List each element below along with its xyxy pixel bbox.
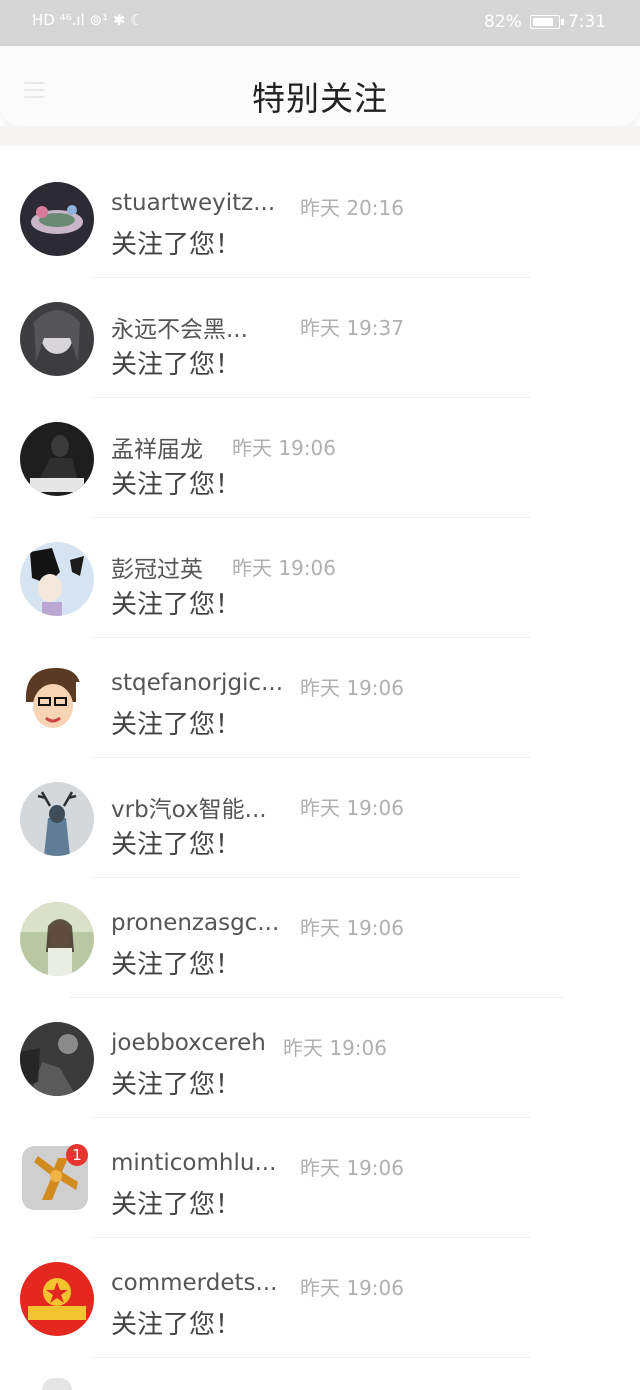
notification-message: 关注了您！ xyxy=(111,470,242,500)
notification-message: 关注了您！ xyxy=(111,1310,242,1340)
battery-percent: 82% xyxy=(484,12,522,32)
user-name[interactable]: vrb汽ox智能... xyxy=(111,790,267,824)
list-item[interactable]: 彭冠过英 昨天 19:06 关注了您！ xyxy=(0,506,640,638)
avatar-dark-figure[interactable] xyxy=(20,422,94,496)
timestamp: 昨天 19:06 xyxy=(300,1276,404,1300)
avatar-emblem[interactable] xyxy=(20,1262,94,1336)
avatar-antlers[interactable] xyxy=(20,782,94,856)
avatar-manga[interactable] xyxy=(20,542,94,616)
timestamp: 昨天 19:06 xyxy=(300,1156,404,1180)
header-shadow-band xyxy=(0,126,640,146)
notification-message: 关注了您！ xyxy=(111,590,242,620)
list-item[interactable]: joebboxcereh 昨天 19:06 关注了您！ xyxy=(0,986,640,1118)
app-header: 特别关注 xyxy=(0,46,640,126)
status-right: 82% 7:31 xyxy=(484,12,606,32)
status-bar: HD ⁴⁶.ıl ⊚¹ ✱ ☾ 82% 7:31 xyxy=(0,0,640,46)
timestamp: 昨天 19:06 xyxy=(300,676,404,700)
notification-message: 关注了您！ xyxy=(111,350,242,380)
signal-wifi-bluetooth-icons: HD ⁴⁶.ıl ⊚¹ ✱ ☾ xyxy=(32,11,144,29)
page-title: 特别关注 xyxy=(252,79,388,118)
list-item[interactable]: commerdets... 昨天 19:06 关注了您！ xyxy=(0,1226,640,1358)
user-name[interactable]: 彭冠过英 xyxy=(111,550,203,584)
user-name[interactable]: stqefanorjgic... xyxy=(111,670,283,696)
user-name[interactable]: 孟祥届龙 xyxy=(111,430,203,464)
list-item[interactable]: stuartweyitz... 昨天 20:16 关注了您！ xyxy=(0,146,640,278)
timestamp: 昨天 19:06 xyxy=(283,1036,387,1060)
status-indicators: HD ⁴⁶.ıl ⊚¹ ✱ ☾ xyxy=(32,11,144,29)
user-name[interactable]: joebboxcereh xyxy=(111,1030,266,1056)
notification-message: 关注了您！ xyxy=(111,230,242,260)
next-avatar-peek xyxy=(42,1378,72,1390)
notification-message: 关注了您！ xyxy=(111,830,242,860)
list-item[interactable]: 孟祥届龙 昨天 19:06 关注了您！ xyxy=(0,386,640,518)
avatar-anime-girl[interactable] xyxy=(20,302,94,376)
notification-message: 关注了您！ xyxy=(111,1070,242,1100)
unread-badge: 1 xyxy=(66,1144,88,1166)
avatar-cartoon-face[interactable] xyxy=(20,662,94,736)
notification-message: 关注了您！ xyxy=(111,950,242,980)
list-item[interactable]: vrb汽ox智能... 昨天 19:06 关注了您！ xyxy=(0,746,640,878)
timestamp: 昨天 20:16 xyxy=(300,196,404,220)
avatar-bw-photo[interactable] xyxy=(20,1022,94,1096)
list-item[interactable]: 1 minticomhlu... 昨天 19:06 关注了您！ xyxy=(0,1106,640,1238)
user-name[interactable]: 永远不会黑... xyxy=(111,310,248,344)
list-item[interactable]: 永远不会黑... 昨天 19:37 关注了您！ xyxy=(0,266,640,398)
timestamp: 昨天 19:06 xyxy=(300,916,404,940)
notification-list: stuartweyitz... 昨天 20:16 关注了您！ 永远不会黑... … xyxy=(0,146,640,1358)
battery-icon xyxy=(529,15,564,29)
timestamp: 昨天 19:06 xyxy=(232,436,336,460)
timestamp: 昨天 19:06 xyxy=(232,556,336,580)
user-name[interactable]: stuartweyitz... xyxy=(111,190,275,216)
avatar-teacup[interactable] xyxy=(20,182,94,256)
badge-container: 1 xyxy=(0,1106,100,1226)
user-name[interactable]: minticomhlu... xyxy=(111,1150,276,1176)
clock: 7:31 xyxy=(567,12,606,32)
divider xyxy=(90,1357,530,1358)
avatar-girl-photo[interactable] xyxy=(20,902,94,976)
timestamp: 昨天 19:06 xyxy=(300,796,404,820)
notification-message: 关注了您！ xyxy=(111,1190,242,1220)
list-item[interactable]: pronenzasgc... 昨天 19:06 关注了您！ xyxy=(0,866,640,998)
list-item[interactable]: stqefanorjgic... 昨天 19:06 关注了您！ xyxy=(0,626,640,758)
timestamp: 昨天 19:37 xyxy=(300,316,404,340)
user-name[interactable]: pronenzasgc... xyxy=(111,910,279,936)
notification-message: 关注了您！ xyxy=(111,710,242,740)
user-name[interactable]: commerdets... xyxy=(111,1270,277,1296)
